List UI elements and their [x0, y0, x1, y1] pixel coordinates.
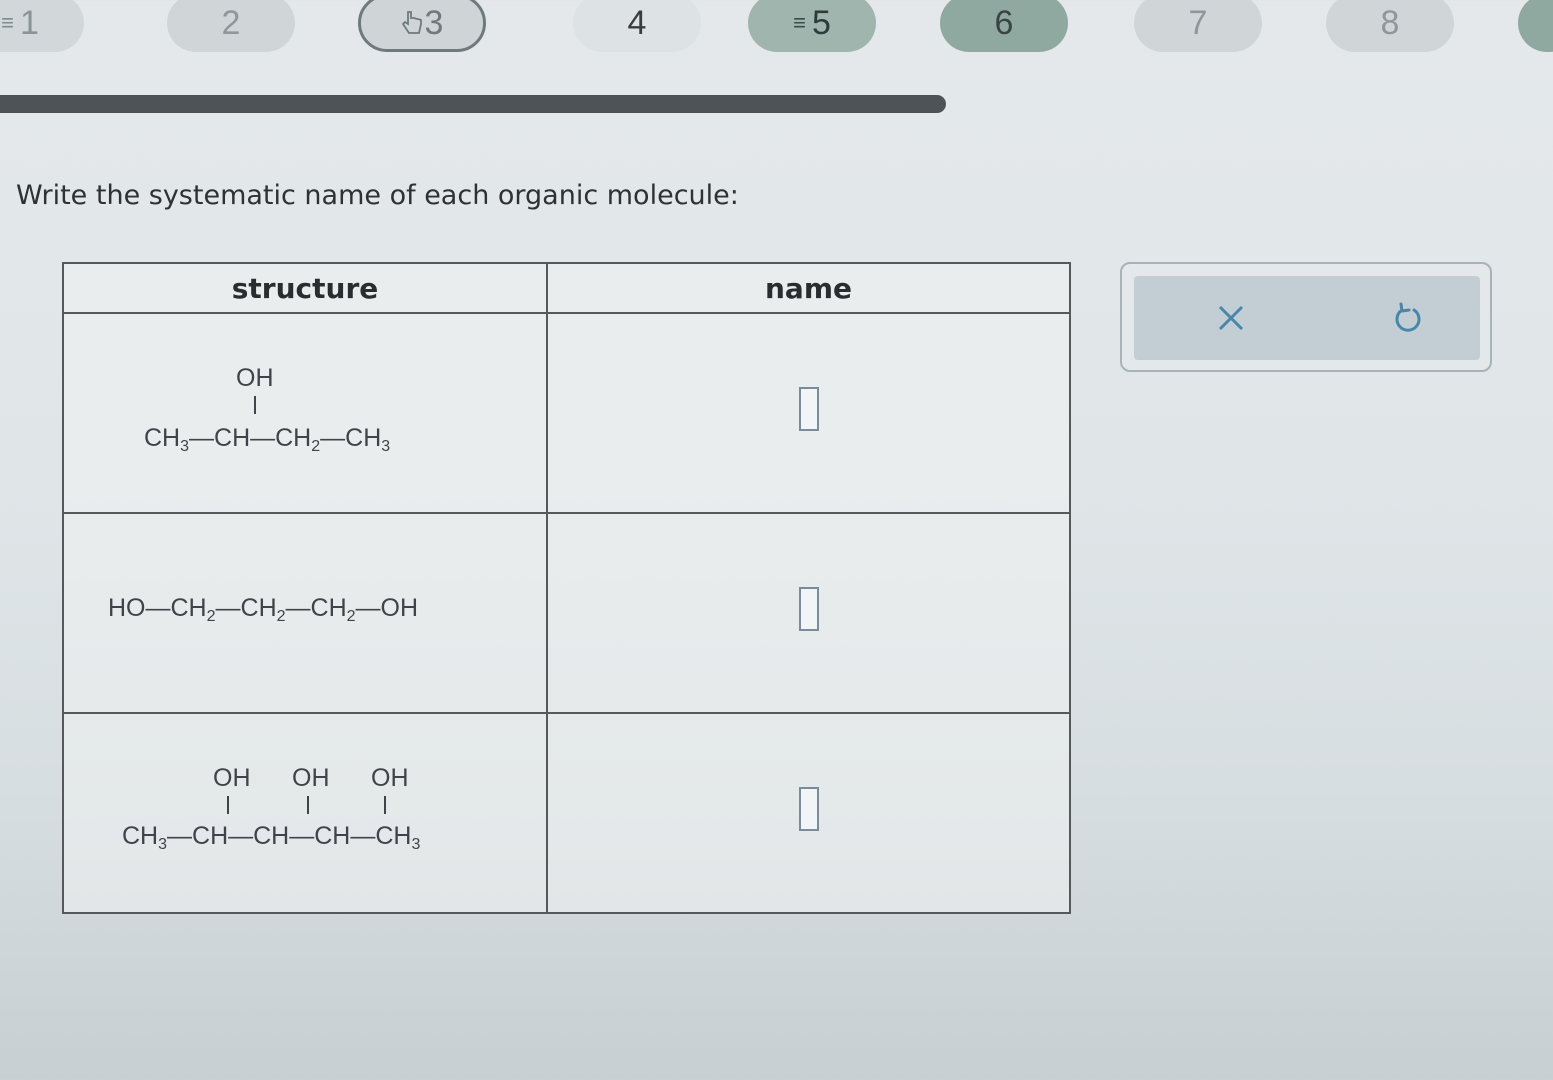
group-text: CH: [275, 424, 312, 452]
question-8-button[interactable]: 8: [1326, 0, 1454, 52]
structure-cell-2: HO—CH2—CH2—CH2—OH: [62, 512, 548, 714]
question-next-button[interactable]: [1518, 0, 1553, 52]
vertical-bond: [307, 796, 309, 814]
group-text: CH: [122, 822, 159, 850]
group-text: HO: [108, 594, 146, 622]
substituent-oh: OH: [213, 764, 251, 792]
question-4-label: 4: [627, 3, 647, 42]
chain-structure: CH3—CH—CH—CH—CH3: [122, 822, 421, 853]
chain-structure: CH3—CH—CH2—CH3: [144, 424, 391, 455]
question-4-button[interactable]: 4: [573, 0, 701, 52]
group-text: CH: [192, 822, 229, 850]
group-subscript: 3: [158, 836, 168, 853]
group-text: CH: [253, 822, 290, 850]
structure-header: structure: [62, 262, 548, 314]
answer-tools-panel: [1120, 262, 1492, 372]
undo-icon: [1395, 302, 1421, 332]
question-8-label: 8: [1380, 3, 1400, 42]
clear-button[interactable]: [1207, 294, 1255, 342]
question-7-button[interactable]: 7: [1134, 0, 1262, 52]
answered-mark-icon: ≡: [793, 10, 806, 35]
table-header-row: structure name: [62, 262, 1071, 314]
question-3-label: 3: [424, 3, 444, 42]
question-1-label: 1: [19, 3, 39, 42]
group-subscript: 3: [411, 836, 421, 853]
hand-pointer-icon: [401, 11, 422, 34]
name-header: name: [546, 262, 1071, 314]
undo-button[interactable]: [1384, 294, 1432, 342]
name-input-3[interactable]: [798, 787, 819, 832]
chain-structure: HO—CH2—CH2—CH2—OH: [108, 594, 419, 625]
vertical-bond: [254, 396, 256, 414]
vertical-bond: [227, 796, 229, 814]
question-6-label: 6: [994, 3, 1014, 42]
name-cell-2: [546, 512, 1071, 714]
answered-mark-icon: ≡: [1, 10, 14, 35]
substituent-oh: OH: [236, 364, 274, 392]
group-text: CH: [240, 594, 277, 622]
question-6-button[interactable]: 6: [940, 0, 1068, 52]
substituent-oh: OH: [292, 764, 330, 792]
group-text: CH: [314, 822, 351, 850]
group-text: CH: [170, 594, 207, 622]
group-subscript: 2: [311, 438, 321, 455]
question-3-button[interactable]: 3: [358, 0, 486, 52]
group-text: OH: [380, 594, 419, 622]
question-7-label: 7: [1188, 3, 1208, 42]
group-subscript: 2: [276, 608, 286, 625]
close-icon: [1218, 305, 1244, 331]
question-navigation: ≡ 1 2 3 4 ≡ 5 6 7 8: [0, 0, 1553, 60]
table-row: HO—CH2—CH2—CH2—OH: [62, 512, 1071, 714]
progress-bar: [0, 95, 946, 113]
group-text: CH: [345, 424, 382, 452]
vertical-bond: [384, 796, 386, 814]
group-text: CH: [310, 594, 347, 622]
structure-cell-1: OH CH3—CH—CH2—CH3: [62, 312, 548, 514]
group-text: CH: [214, 424, 251, 452]
question-5-label: 5: [811, 3, 831, 42]
name-cell-3: [546, 712, 1071, 914]
question-5-button[interactable]: ≡ 5: [748, 0, 876, 52]
question-1-button[interactable]: ≡ 1: [0, 0, 84, 52]
group-text: CH: [375, 822, 412, 850]
group-text: CH: [144, 424, 181, 452]
table-row: OH CH3—CH—CH2—CH3: [62, 312, 1071, 514]
structure-cell-3: OH OH OH CH3—CH—CH—CH—CH3: [62, 712, 548, 914]
name-input-1[interactable]: [798, 387, 819, 432]
molecule-table: structure name OH CH3—CH—CH2—CH3 HO—CH2—…: [62, 262, 1071, 914]
group-subscript: 3: [381, 438, 391, 455]
question-2-label: 2: [221, 3, 241, 42]
group-subscript: 2: [206, 608, 216, 625]
table-row: OH OH OH CH3—CH—CH—CH—CH3: [62, 712, 1071, 914]
question-prompt: Write the systematic name of each organi…: [16, 180, 739, 211]
substituent-oh: OH: [371, 764, 409, 792]
group-subscript: 2: [346, 608, 356, 625]
name-cell-1: [546, 312, 1071, 514]
group-subscript: 3: [180, 438, 190, 455]
question-2-button[interactable]: 2: [167, 0, 295, 52]
answer-tools-toolbar: [1134, 276, 1480, 360]
name-input-2[interactable]: [798, 587, 819, 632]
